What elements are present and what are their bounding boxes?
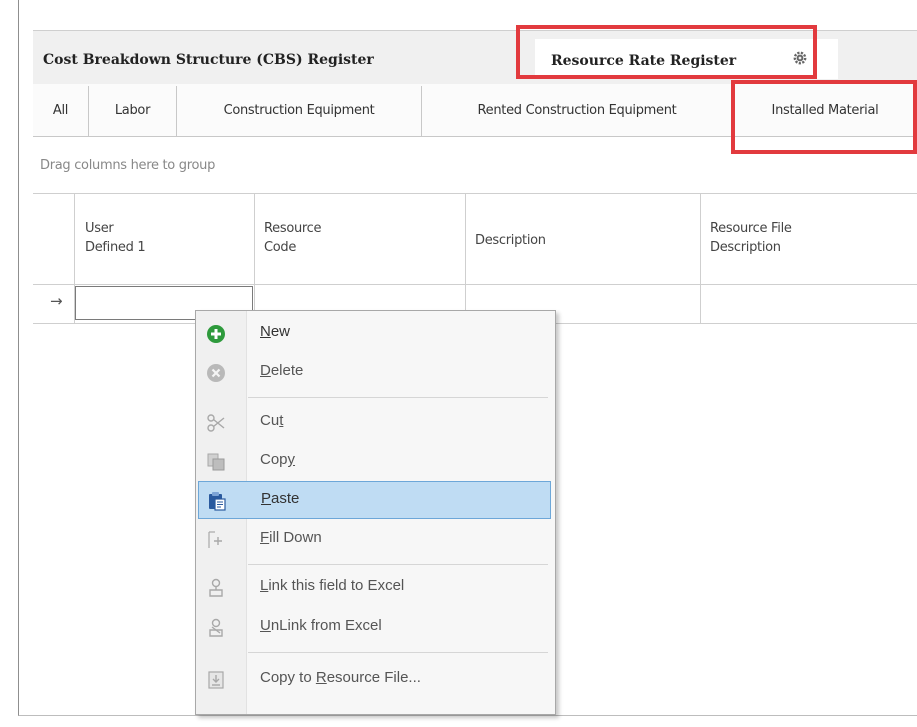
- tab-all[interactable]: All: [33, 86, 89, 136]
- column-header-line: User: [85, 221, 114, 236]
- menu-item-label: Cut: [260, 412, 284, 429]
- column-divider: [465, 194, 466, 284]
- tab-resource-rate-register-label: Resource Rate Register: [551, 53, 737, 69]
- menu-item-label: UnLink from Excel: [260, 617, 382, 634]
- menu-item-label: Copy to Resource File...: [260, 669, 421, 686]
- menu-separator: [248, 652, 548, 653]
- column-header-line: Code: [264, 240, 297, 255]
- menu-item-delete[interactable]: Delete: [198, 354, 551, 392]
- tab-rented-construction-equipment[interactable]: Rented Construction Equipment: [422, 86, 733, 136]
- menu-item-link-to-excel[interactable]: Link this field to Excel: [198, 569, 551, 607]
- tab-installed-material[interactable]: Installed Material: [733, 86, 917, 136]
- fill-down-icon: [208, 531, 222, 548]
- x-circle-icon: [207, 364, 225, 382]
- context-menu: New Delete Cut Copy Paste Fill Down Link…: [195, 310, 556, 715]
- column-header-line: Description: [710, 240, 781, 255]
- grid-header: User Defined 1 Resource Code Description…: [33, 193, 917, 285]
- column-header-line: Resource: [264, 221, 322, 236]
- menu-item-label: Link this field to Excel: [260, 577, 405, 594]
- gear-icon[interactable]: [793, 51, 807, 65]
- group-by-area[interactable]: Drag columns here to group: [40, 158, 215, 173]
- menu-separator: [248, 564, 548, 565]
- column-divider: [74, 194, 75, 284]
- menu-item-cut[interactable]: Cut: [198, 404, 551, 442]
- menu-item-paste[interactable]: Paste: [198, 481, 551, 519]
- column-divider: [700, 283, 701, 323]
- menu-item-label: Copy: [260, 451, 296, 468]
- column-header-line: Resource File: [710, 221, 792, 236]
- column-header-resource-code[interactable]: Resource Code: [264, 219, 322, 257]
- link-excel-icon: [209, 578, 223, 597]
- copy-icon: [207, 453, 225, 471]
- unlink-excel-icon: [209, 618, 223, 637]
- scissors-icon: [207, 414, 225, 432]
- menu-item-fill-down[interactable]: Fill Down: [198, 521, 551, 559]
- plus-circle-icon: [207, 325, 225, 343]
- copy-to-file-icon: [208, 671, 224, 689]
- document-tab-bar: Cost Breakdown Structure (CBS) Register …: [33, 30, 917, 85]
- menu-item-copy-to-resource-file[interactable]: Copy to Resource File...: [198, 661, 551, 699]
- column-divider: [700, 194, 701, 284]
- row-indicator-arrow-icon: →: [50, 292, 63, 310]
- menu-item-unlink-from-excel[interactable]: UnLink from Excel: [198, 609, 551, 647]
- column-divider: [254, 194, 255, 284]
- resource-type-tab-bar: All Labor Construction Equipment Rented …: [33, 84, 917, 137]
- column-header-resource-file-description[interactable]: Resource File Description: [710, 219, 792, 257]
- tab-cbs-register[interactable]: Cost Breakdown Structure (CBS) Register: [43, 31, 374, 84]
- column-header-user-defined-1[interactable]: User Defined 1: [85, 219, 146, 257]
- menu-item-label: Paste: [261, 490, 300, 507]
- column-header-description[interactable]: Description: [475, 231, 546, 250]
- tab-construction-equipment[interactable]: Construction Equipment: [177, 86, 422, 136]
- clipboard-icon: [209, 492, 226, 511]
- tab-labor[interactable]: Labor: [89, 86, 177, 136]
- menu-item-label: Delete: [260, 362, 304, 379]
- column-header-line: Defined 1: [85, 240, 146, 255]
- menu-item-label: New: [260, 323, 291, 340]
- menu-separator: [248, 397, 548, 398]
- menu-item-new[interactable]: New: [198, 315, 551, 353]
- menu-item-label: Fill Down: [260, 529, 322, 546]
- menu-item-copy[interactable]: Copy: [198, 443, 551, 481]
